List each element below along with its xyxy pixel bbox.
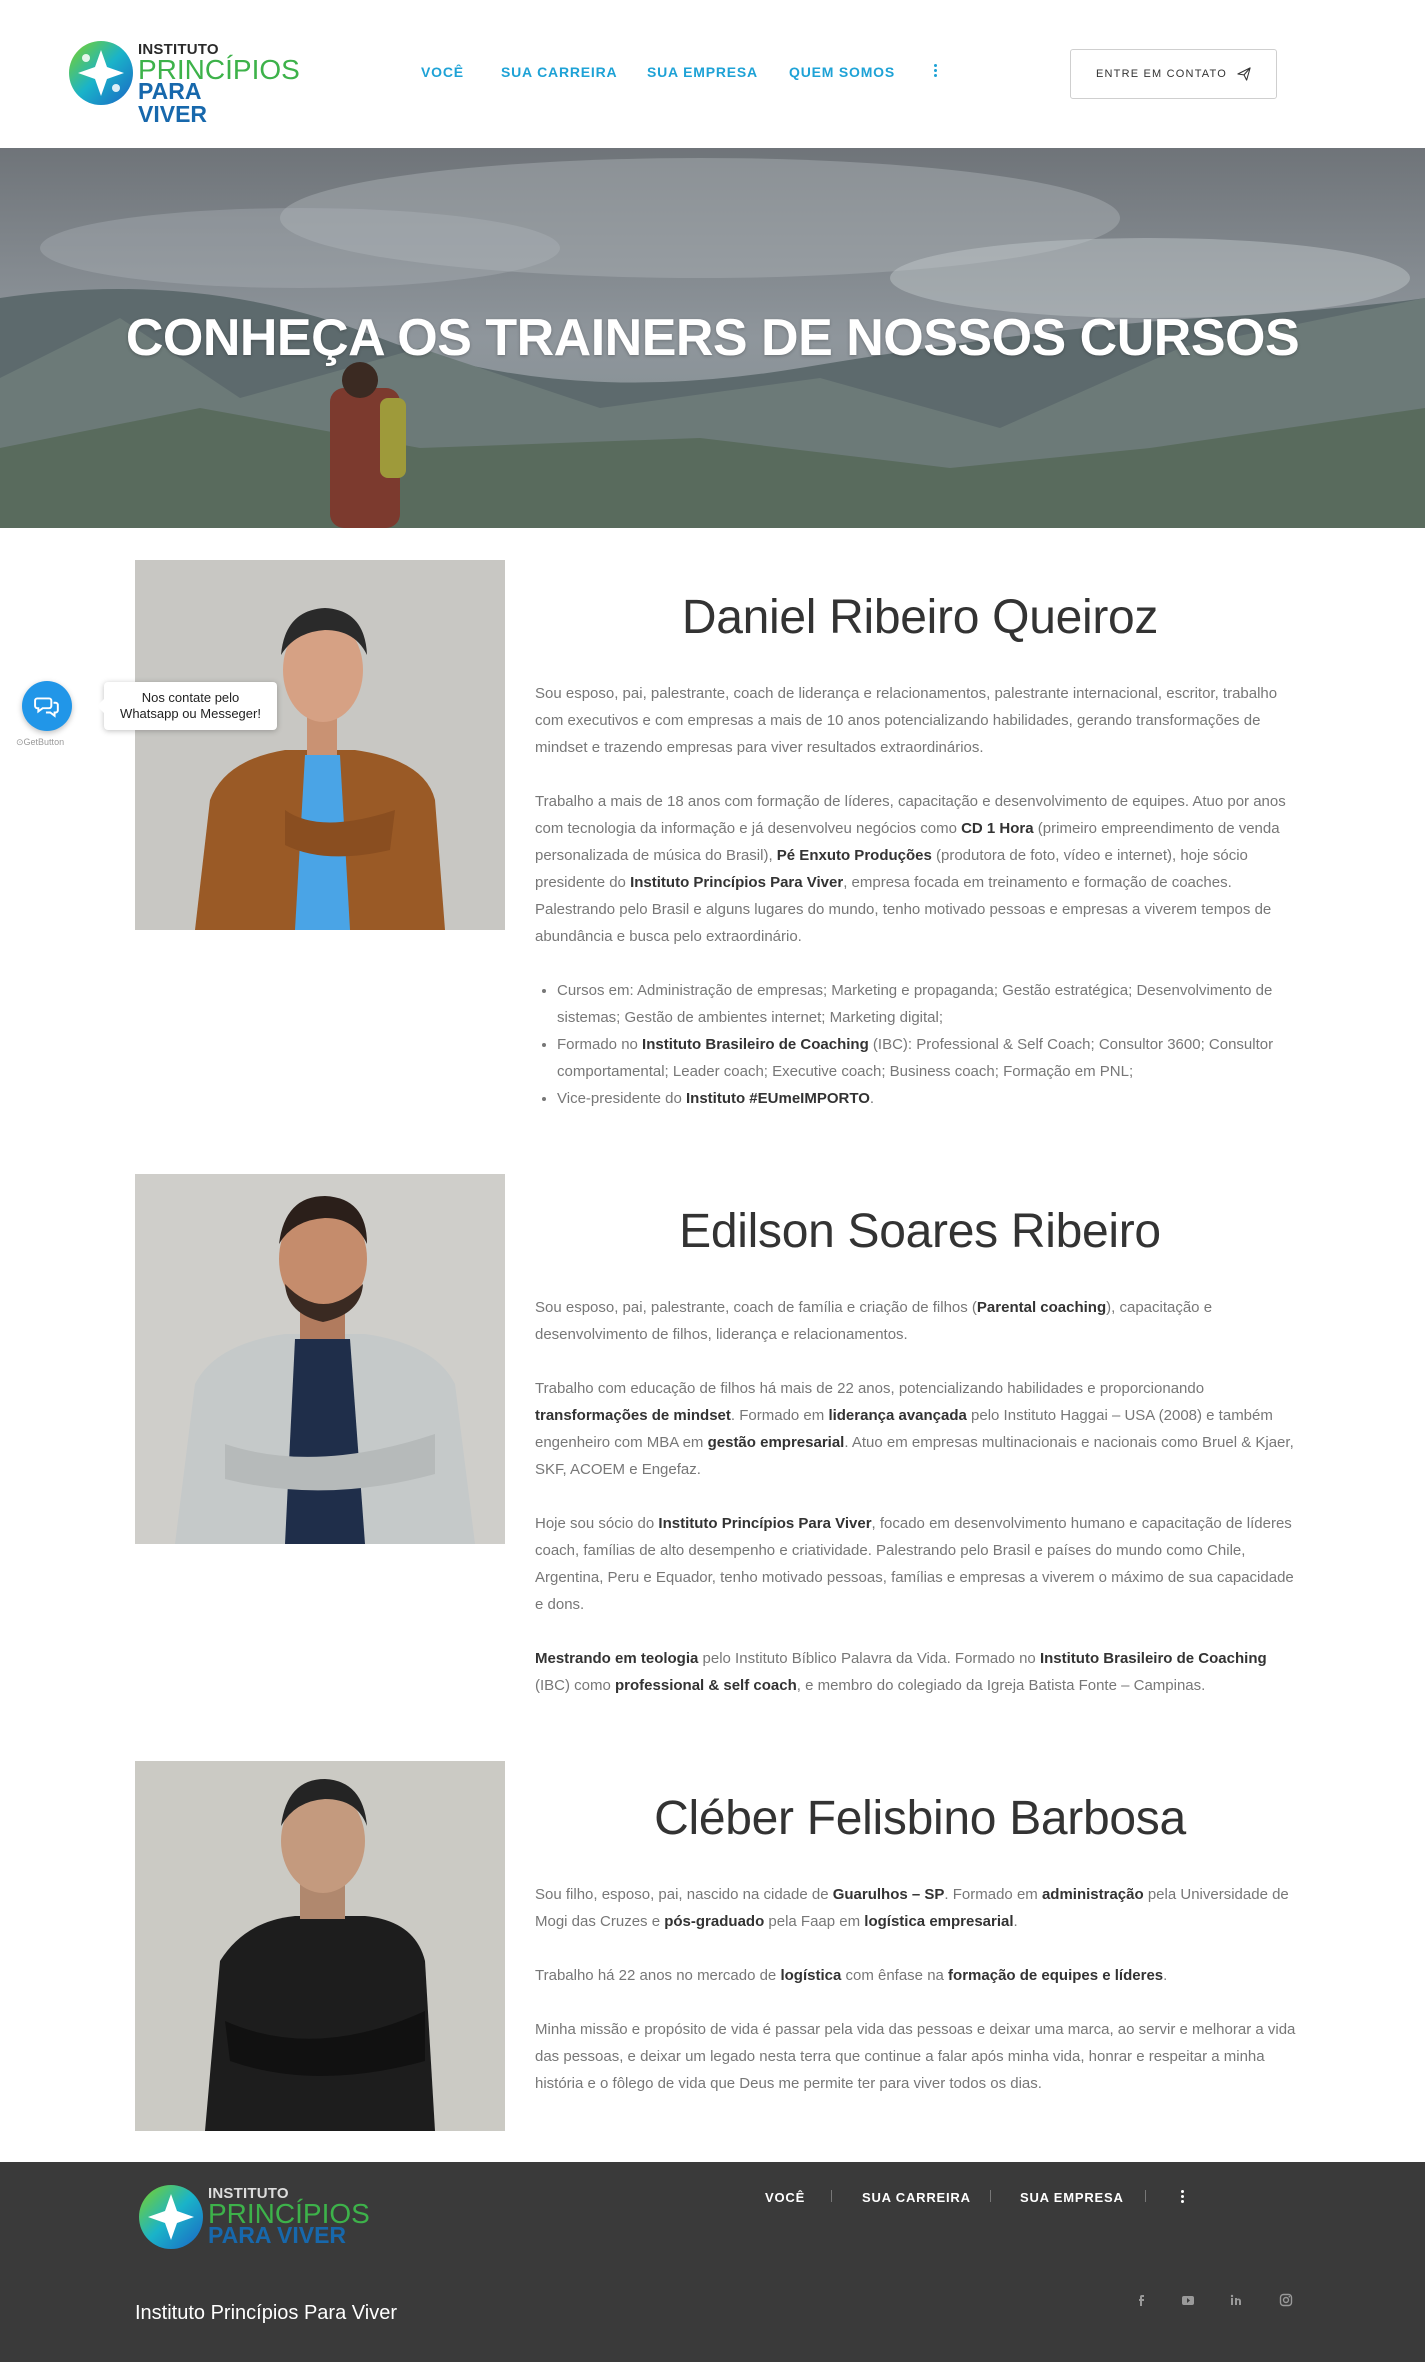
bio-paragraph: Trabalho a mais de 18 anos com formação … [535, 793, 1286, 945]
site-logo[interactable]: INSTITUTO PRINCÍPIOS PARA VIVER [68, 38, 300, 126]
hero-title: CONHEÇA OS TRAINERS DE NOSSOS CURSOS [125, 309, 1300, 367]
contact-button-label: ENTRE EM CONTATO [1095, 68, 1228, 80]
trainer-photo [135, 1761, 505, 2131]
chat-bubbles-icon [34, 697, 59, 718]
bio-paragraph: Trabalho com educação de filhos há mais … [535, 1380, 1294, 1478]
bio-paragraph: Trabalho há 22 anos no mercado de logíst… [535, 1967, 1168, 1984]
vertical-dots-icon[interactable] [934, 64, 938, 78]
paper-plane-icon [1237, 67, 1251, 81]
trainer-name: Cléber Felisbino Barbosa [654, 1792, 1186, 1845]
logo-mark-icon [69, 41, 133, 105]
footer-logo[interactable]: INSTITUTO PRINCÍPIOS PARA VIVER [138, 2182, 370, 2252]
tooltip-line-2: Whatsapp ou Messeger! [120, 706, 261, 721]
nav-item-quem-somos[interactable]: QUEM SOMOS [789, 64, 895, 80]
getbutton-brand[interactable]: ⊙GetButton [16, 737, 64, 748]
nav-item-sua-empresa[interactable]: SUA EMPRESA [647, 64, 758, 80]
nav-item-voce[interactable]: VOCÊ [421, 64, 464, 80]
trainer-bio: Sou filho, esposo, pai, nascido na cidad… [535, 1881, 1305, 2097]
linkedin-icon[interactable] [1228, 2292, 1244, 2308]
logo-text-para-viver: PARA VIVER [138, 78, 208, 127]
credential-item: Vice-presidente do Instituto #EUmeIMPORT… [557, 1085, 1305, 1112]
trainer-bio: Sou esposo, pai, palestrante, coach de f… [535, 1294, 1305, 1699]
nav-item-sua-carreira[interactable]: SUA CARREIRA [501, 64, 617, 80]
footer-nav-item-sua-carreira[interactable]: SUA CARREIRA [862, 2190, 971, 2205]
trainer-portrait-image [135, 560, 505, 930]
contact-button[interactable]: ENTRE EM CONTATO [1070, 49, 1277, 99]
vertical-dots-icon[interactable] [1181, 2190, 1185, 2205]
trainer-photo [135, 560, 505, 930]
trainer-name: Edilson Soares Ribeiro [679, 1205, 1161, 1258]
instagram-icon[interactable] [1278, 2292, 1294, 2308]
trainer-name: Daniel Ribeiro Queiroz [681, 591, 1159, 644]
bio-paragraph: Sou filho, esposo, pai, nascido na cidad… [535, 1886, 1289, 1930]
tooltip-line-1: Nos contate pelo [141, 690, 240, 705]
youtube-icon[interactable] [1180, 2292, 1196, 2308]
bio-paragraph: Minha missão e propósito de vida é passa… [535, 2021, 1296, 2092]
trainer-portrait-image [135, 1761, 505, 2131]
chat-widget-button[interactable] [22, 681, 72, 731]
logo-text-para-viver: PARA VIVER [208, 2222, 347, 2248]
trainer-info: Cléber Felisbino Barbosa Sou filho, espo… [535, 1761, 1305, 2097]
nav-divider [831, 2190, 832, 2202]
bio-paragraph: Sou esposo, pai, palestrante, coach de l… [535, 685, 1278, 756]
hero-banner: CONHEÇA OS TRAINERS DE NOSSOS CURSOS [0, 148, 1425, 528]
site-footer: INSTITUTO PRINCÍPIOS PARA VIVER VOCÊ SUA… [0, 2162, 1425, 2362]
credential-item: Formado no Instituto Brasileiro de Coach… [557, 1031, 1305, 1085]
nav-divider [1145, 2190, 1146, 2202]
logo-mark-icon [139, 2185, 203, 2249]
footer-nav-item-voce[interactable]: VOCÊ [765, 2190, 805, 2205]
chat-widget-tooltip: Nos contate pelo Whatsapp ou Messeger! [97, 682, 277, 730]
trainer-bio: Sou esposo, pai, palestrante, coach de l… [535, 680, 1305, 950]
credential-item: Cursos em: Administração de empresas; Ma… [557, 977, 1305, 1031]
trainer-credentials-list: Cursos em: Administração de empresas; Ma… [535, 977, 1305, 1112]
site-header: INSTITUTO PRINCÍPIOS PARA VIVER VOCÊ SUA… [0, 0, 1425, 148]
trainer-portrait-image [135, 1174, 505, 1544]
footer-site-name: Instituto Princípios Para Viver [135, 2302, 397, 2324]
trainer-info: Edilson Soares Ribeiro Sou esposo, pai, … [535, 1174, 1305, 1699]
bio-paragraph: Sou esposo, pai, palestrante, coach de f… [535, 1299, 1213, 1343]
footer-nav-item-sua-empresa[interactable]: SUA EMPRESA [1020, 2190, 1124, 2205]
bio-paragraph: Mestrando em teologia pelo Instituto Bíb… [535, 1650, 1267, 1694]
facebook-icon[interactable] [1133, 2292, 1149, 2308]
trainer-info: Daniel Ribeiro Queiroz Sou esposo, pai, … [535, 560, 1305, 1112]
nav-divider [990, 2190, 991, 2202]
bio-paragraph: Hoje sou sócio do Instituto Princípios P… [535, 1515, 1294, 1613]
trainer-photo [135, 1174, 505, 1544]
